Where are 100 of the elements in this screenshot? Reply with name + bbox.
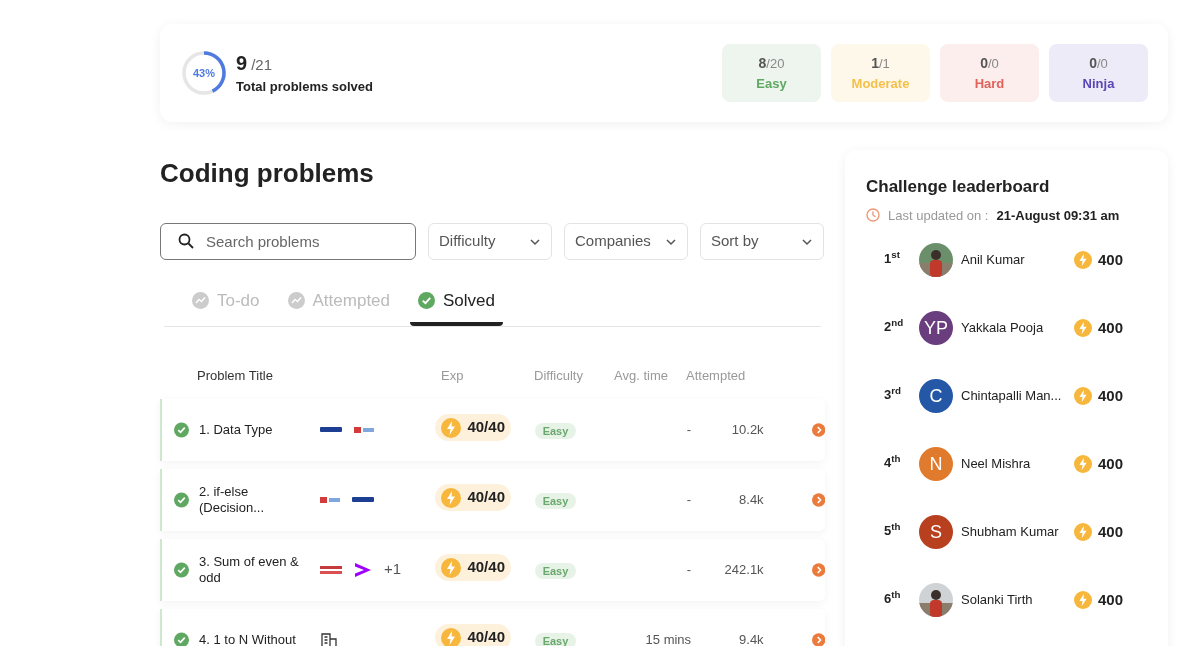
points: 400	[1098, 385, 1124, 406]
filter-dropdown[interactable]: Difficulty	[428, 223, 552, 260]
avg-time: -	[685, 560, 692, 579]
player-name: Yakkala Pooja	[961, 319, 1045, 338]
stat-count: 8	[758, 53, 767, 73]
avatar: S	[919, 515, 953, 549]
player-name: Shubham Kumar	[961, 523, 1060, 542]
problem-title: 3. Sum of even & odd	[199, 553, 300, 586]
filter-dropdown[interactable]: Companies	[564, 223, 688, 260]
avatar: N	[919, 447, 953, 481]
trend-icon	[287, 292, 305, 310]
lightning-icon	[441, 627, 462, 646]
player-name: Chintapalli Man...	[961, 387, 1063, 406]
problem-row[interactable]: 1. Data Type 40/40 Easy - 10.2k	[160, 398, 825, 461]
company-logo-icon	[320, 427, 342, 432]
arrow-button-icon[interactable]	[811, 632, 825, 646]
company-logo-icon	[320, 496, 340, 503]
stat-total: /1	[878, 54, 890, 73]
points: 400	[1098, 521, 1124, 542]
progress-ring: 43%	[180, 49, 228, 97]
avg-time: 15 mins	[644, 630, 692, 646]
points: 400	[1098, 317, 1124, 338]
solved-count: 9	[236, 51, 248, 77]
difficulty-badge: Easy	[534, 562, 577, 579]
company-logo-icon	[320, 564, 342, 575]
rank: 4$^{th}$	[884, 452, 902, 472]
difficulty-badge: Easy	[534, 632, 577, 646]
summary-caption: Total problems solved	[236, 78, 373, 97]
total-count: /21	[251, 55, 272, 76]
stat-count: 0	[1089, 53, 1097, 73]
avatar: C	[919, 379, 953, 413]
problem-row[interactable]: 3. Sum of even & odd +1 40/40 Easy - 242.1k	[160, 538, 825, 601]
rank: 3$^{rd}$	[884, 384, 902, 404]
rank: 5$^{th}$	[884, 520, 902, 540]
page-title: Coding problems	[160, 157, 375, 190]
stat-label: Ninja	[1082, 74, 1115, 93]
search-icon	[178, 233, 194, 249]
lightning-icon	[1074, 319, 1092, 337]
lightning-icon	[1074, 455, 1092, 473]
attempted-count: 9.4k	[738, 630, 764, 646]
points: 400	[1098, 589, 1124, 610]
updated-time: 21-August 09:31 am	[996, 206, 1120, 225]
check-circle-icon	[174, 421, 189, 438]
points: 400	[1098, 453, 1124, 474]
lightning-icon	[1074, 523, 1092, 541]
clock-icon	[866, 208, 880, 223]
column-header: Attempted	[686, 366, 747, 385]
avatar: YP	[919, 311, 953, 345]
column-header: Avg. time	[614, 366, 669, 385]
filter-dropdown[interactable]: Sort by	[700, 223, 824, 260]
exp-badge: 40/40	[435, 624, 511, 646]
exp-badge: 40/40	[435, 414, 511, 441]
search-field[interactable]: Search problems	[160, 223, 416, 260]
company-logo-icon	[354, 426, 374, 433]
stat-count: 1	[871, 53, 879, 73]
avg-time: -	[685, 490, 692, 509]
stat-total: /20	[766, 54, 785, 73]
rank: 6$^{th}$	[884, 588, 902, 608]
stat-count: 0	[980, 53, 988, 73]
problem-title: 4. 1 to N Without	[199, 631, 297, 646]
attempted-count: 242.1k	[723, 560, 764, 579]
avg-time: -	[685, 420, 692, 439]
company-logo-icon	[352, 497, 374, 502]
problem-title: 2. if-else (Decision...	[199, 483, 265, 516]
lightning-icon	[1074, 387, 1092, 405]
check-circle-icon	[174, 561, 189, 578]
player-name: Anil Kumar	[961, 251, 1026, 270]
arrow-button-icon[interactable]	[811, 562, 825, 577]
lightning-icon	[441, 487, 462, 508]
lightning-icon	[1074, 251, 1092, 269]
arrow-button-icon[interactable]	[811, 422, 825, 437]
exp-badge: 40/40	[435, 484, 511, 511]
check-circle-icon	[174, 491, 189, 508]
check-circle-icon	[418, 292, 436, 310]
attempted-count: 8.4k	[738, 490, 764, 509]
updated-label: Last updated on :	[888, 206, 989, 225]
building-icon	[320, 631, 338, 646]
lightning-icon	[441, 557, 462, 578]
rank: 1$^{st}$	[884, 248, 901, 268]
lightning-icon	[1074, 591, 1092, 609]
leaderboard-title: Challenge leaderboard	[866, 176, 1051, 198]
column-header: Difficulty	[534, 366, 584, 385]
attempted-count: 10.2k	[730, 420, 764, 439]
stat-label: Easy	[756, 74, 787, 93]
more-companies-count: +1	[384, 559, 402, 580]
problem-row[interactable]: 2. if-else (Decision... 40/40 Easy - 8.4k	[160, 468, 825, 531]
trend-icon	[192, 292, 209, 310]
tab[interactable]: Solved	[410, 288, 503, 326]
player-name: Solanki Tirth	[961, 591, 1034, 610]
lightning-icon	[441, 417, 462, 438]
player-name: Neel Mishra	[961, 455, 1032, 474]
column-header: Problem Title	[196, 366, 274, 385]
problem-row[interactable]: 4. 1 to N Without 40/40 Easy 15 mins 9.4k	[160, 608, 825, 646]
stat-total: /0	[1096, 54, 1108, 73]
difficulty-badge: Easy	[534, 422, 577, 439]
rank: 2$^{nd}$	[884, 316, 905, 336]
arrow-button-icon[interactable]	[811, 492, 825, 507]
exp-badge: 40/40	[435, 554, 511, 581]
stat-label: Hard	[974, 74, 1005, 93]
stat-total: /0	[987, 54, 999, 73]
